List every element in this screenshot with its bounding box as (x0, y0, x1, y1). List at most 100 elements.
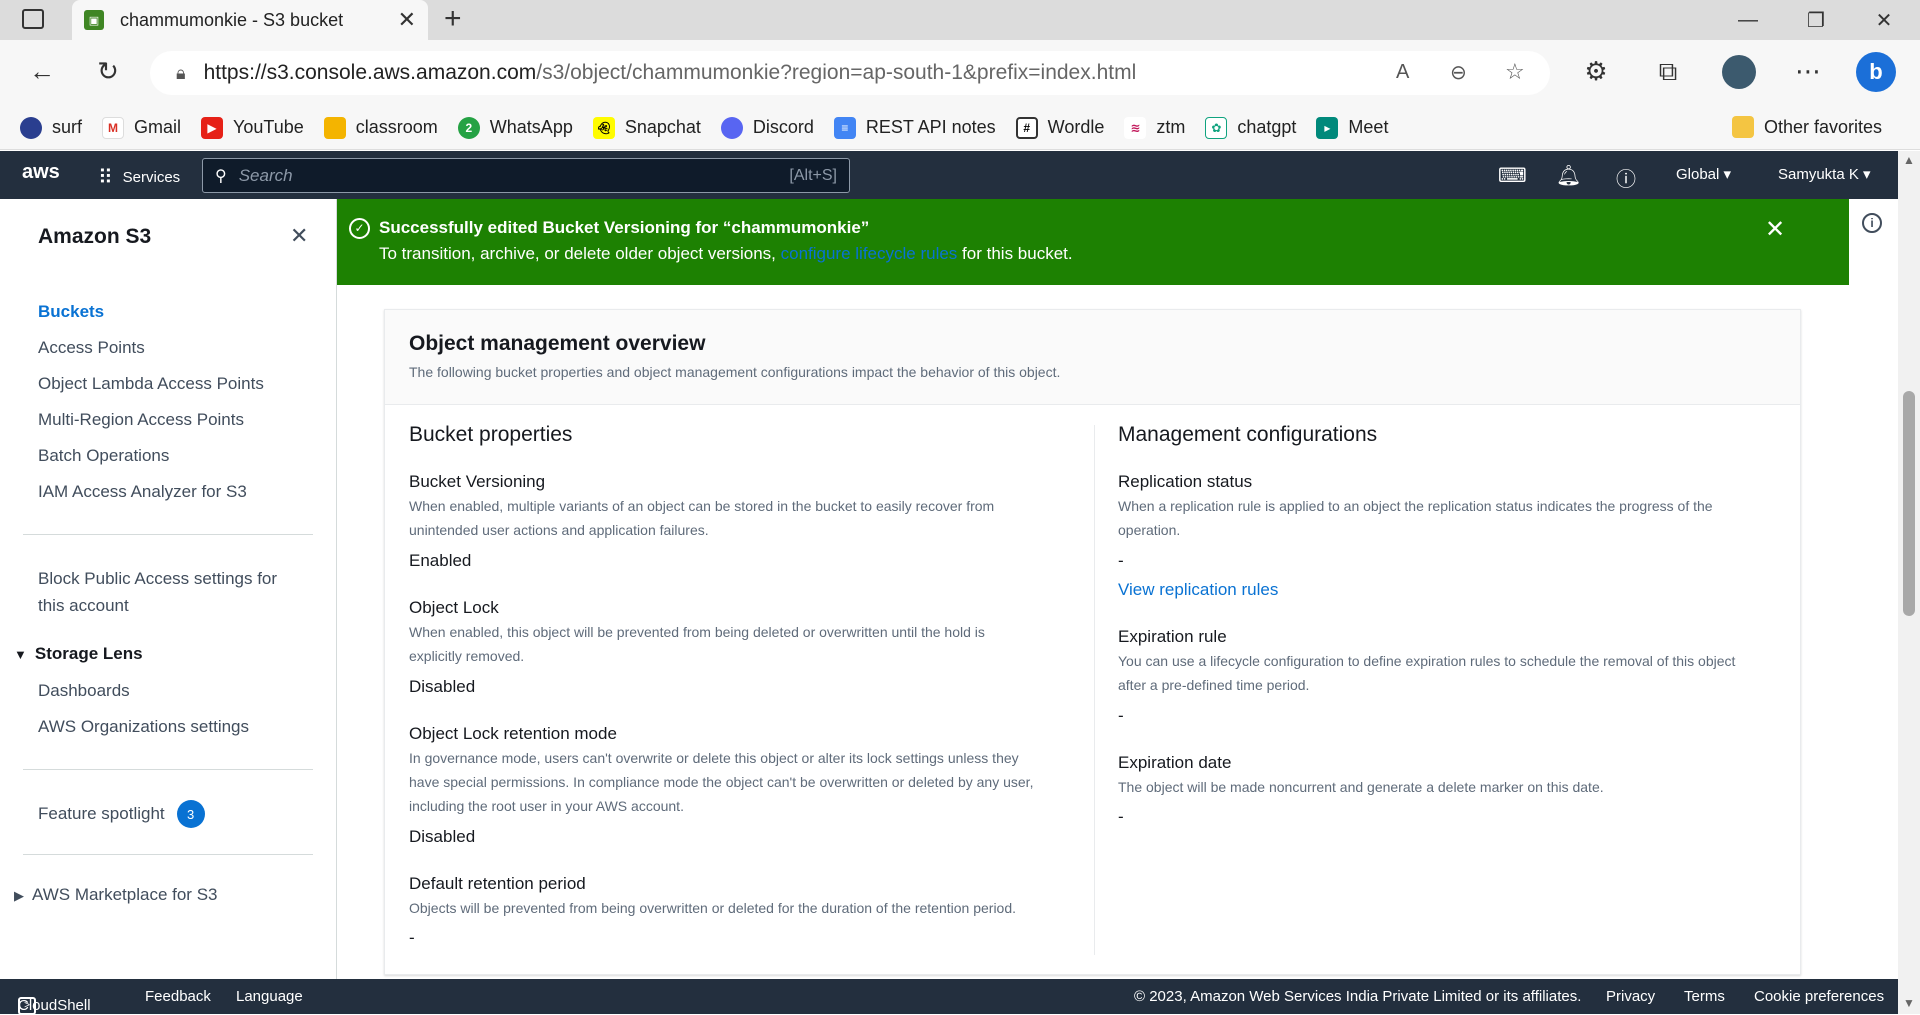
tab-actions-icon[interactable] (22, 9, 44, 29)
desc-line: When a replication rule is applied to an… (1118, 498, 1713, 514)
storage-lens-toggle[interactable]: ▼ Storage Lens (14, 644, 143, 664)
back-icon[interactable]: ← (24, 56, 60, 87)
read-aloud-icon[interactable]: A (1396, 61, 1409, 84)
address-bar[interactable]: 🔒︎ https://s3.console.aws.amazon.com/s3/… (150, 51, 1550, 95)
bookmark-classroom[interactable]: classroom (323, 116, 438, 139)
collections-icon[interactable]: ⧉ (1650, 56, 1686, 88)
url-host: https://s3.console.aws.amazon.com (203, 61, 537, 84)
bookmark-chatgpt[interactable]: ✿ chatgpt (1205, 116, 1296, 139)
privacy-link[interactable]: Privacy (1606, 988, 1655, 1005)
scroll-down-icon[interactable]: ▼ (1903, 996, 1915, 1010)
sidebar-item-buckets[interactable]: Buckets (38, 302, 104, 322)
retention-mode-value: Disabled (409, 827, 476, 846)
copyright-text: © 2023, Amazon Web Services India Privat… (1134, 988, 1582, 1005)
restore-icon[interactable]: ❐ (1788, 4, 1844, 36)
bookmark-discord[interactable]: Discord (720, 116, 814, 139)
region-label: Global (1676, 166, 1720, 183)
close-sidebar-icon[interactable]: ✕ (290, 223, 308, 249)
services-menu[interactable]: ⠿ Services (98, 165, 180, 190)
more-icon[interactable]: ⋯ (1790, 56, 1826, 87)
search-input[interactable]: ⚲ Search [Alt+S] (202, 158, 850, 193)
help-icon[interactable]: ⓘ (1616, 163, 1636, 192)
retention-period-value: - (409, 928, 415, 947)
bookmark-meet[interactable]: ▸ Meet (1316, 116, 1388, 139)
refresh-icon[interactable]: ↻ (90, 56, 126, 87)
search-shortcut: [Alt+S] (789, 166, 837, 184)
notifications-bell-icon[interactable]: 🔔︎ (1556, 163, 1581, 188)
bucket-properties-heading: Bucket properties (409, 423, 573, 446)
sidebar-item-marketplace[interactable]: ▶ AWS Marketplace for S3 (14, 885, 218, 905)
object-lock-title: Object Lock (409, 598, 499, 617)
close-tab-icon[interactable]: ✕ (398, 7, 416, 33)
sidebar-item-dashboards[interactable]: Dashboards (38, 681, 130, 701)
bookmark-snapchat[interactable]: 👻︎ Snapchat (592, 116, 701, 139)
bookmark-gmail[interactable]: M Gmail (102, 116, 181, 139)
profile-avatar[interactable] (1722, 55, 1756, 89)
desc-line: You can use a lifecycle configuration to… (1118, 653, 1736, 669)
language-link[interactable]: Language (236, 988, 303, 1005)
sidebar-item-batch-operations[interactable]: Batch Operations (38, 446, 169, 466)
folder-icon (1732, 116, 1754, 138)
sidebar-item-feature-spotlight[interactable]: Feature spotlight 3 (38, 800, 205, 828)
surf-icon (20, 116, 42, 139)
scroll-up-icon[interactable]: ▲ (1903, 153, 1915, 167)
configure-lifecycle-link[interactable]: configure lifecycle rules (781, 244, 958, 263)
retention-mode-desc: In governance mode, users can't overwrit… (409, 746, 1033, 818)
object-management-card: Object management overview The following… (384, 309, 1801, 975)
bing-icon[interactable]: b (1856, 52, 1896, 92)
dismiss-banner-icon[interactable]: ✕ (1765, 215, 1785, 244)
caret-down-icon: ▼ (14, 647, 27, 662)
zoom-out-icon[interactable]: ⊖ (1450, 60, 1467, 85)
expiration-rule-desc: You can use a lifecycle configuration to… (1118, 649, 1735, 697)
snapchat-icon: 👻︎ (592, 116, 615, 139)
lock-icon[interactable]: 🔒︎ (176, 63, 186, 84)
terms-link[interactable]: Terms (1684, 988, 1725, 1005)
sidebar-item-block-public-access[interactable]: Block Public Access settings for this ac… (38, 565, 277, 619)
desc-line: explicitly removed. (409, 648, 525, 664)
page-scrollbar[interactable]: ▲ ▼ (1898, 151, 1920, 1014)
region-selector[interactable]: Global ▾ (1676, 165, 1731, 183)
account-menu[interactable]: Samyukta K ▾ (1778, 165, 1871, 183)
browser-tab[interactable]: ▣ chammumonkie - S3 bucket ✕ (72, 0, 428, 40)
sidebar-item-object-lambda[interactable]: Object Lambda Access Points (38, 374, 264, 394)
cloudshell-icon[interactable]: ⌨ (1498, 163, 1527, 188)
close-window-icon[interactable]: ✕ (1856, 4, 1912, 36)
bookmark-label: Wordle (1047, 117, 1105, 137)
sidebar-divider (23, 534, 313, 535)
bookmark-youtube[interactable]: ▶ YouTube (201, 116, 304, 139)
bookmark-label: REST API notes (865, 117, 996, 137)
desc-line: unintended user actions and application … (409, 522, 709, 538)
object-lock-value: Disabled (409, 677, 476, 696)
bookmark-wordle[interactable]: # Wordle (1015, 116, 1105, 139)
caret-right-icon: ▶ (14, 888, 24, 903)
bookmark-rest-api-notes[interactable]: ≡ REST API notes (833, 116, 996, 139)
card-description: The following bucket properties and obje… (409, 364, 1061, 380)
minimize-icon[interactable]: — (1720, 4, 1776, 36)
sidebar-item-multi-region[interactable]: Multi-Region Access Points (38, 410, 244, 430)
bookmark-surf[interactable]: surf (20, 116, 82, 139)
favorite-star-icon[interactable]: ☆ (1505, 59, 1525, 85)
feedback-link[interactable]: Feedback (145, 988, 211, 1005)
docs-icon: ≡ (833, 116, 856, 139)
bucket-versioning-value: Enabled (409, 551, 472, 570)
url-path: /s3/object/chammumonkie?region=ap-south-… (536, 61, 1137, 84)
s3-favicon-icon: ▣ (84, 10, 104, 30)
sidebar-item-access-points[interactable]: Access Points (38, 338, 145, 358)
info-icon[interactable]: i (1862, 213, 1882, 233)
banner-title: Successfully edited Bucket Versioning fo… (379, 218, 870, 237)
bookmark-whatsapp[interactable]: 2 WhatsApp (457, 116, 573, 139)
view-replication-rules-link[interactable]: View replication rules (1118, 580, 1278, 600)
cookie-preferences-link[interactable]: Cookie preferences (1754, 988, 1884, 1005)
ztm-icon: ≋ (1124, 116, 1147, 139)
sidebar-item-iam-analyzer[interactable]: IAM Access Analyzer for S3 (38, 482, 247, 502)
aws-logo[interactable]: aws (22, 161, 60, 184)
sidebar-item-org-settings[interactable]: AWS Organizations settings (38, 717, 249, 737)
new-tab-icon[interactable]: + (444, 2, 462, 36)
extensions-icon[interactable]: ⚙ (1578, 56, 1614, 87)
bookmark-ztm[interactable]: ≋ ztm (1124, 116, 1185, 139)
scrollbar-thumb[interactable] (1903, 391, 1915, 616)
other-favorites[interactable]: Other favorites (1732, 116, 1882, 138)
aws-logo-text: aws (22, 161, 60, 183)
desc-line: When enabled, multiple variants of an ob… (409, 498, 995, 514)
bookmark-label: classroom (355, 117, 438, 137)
